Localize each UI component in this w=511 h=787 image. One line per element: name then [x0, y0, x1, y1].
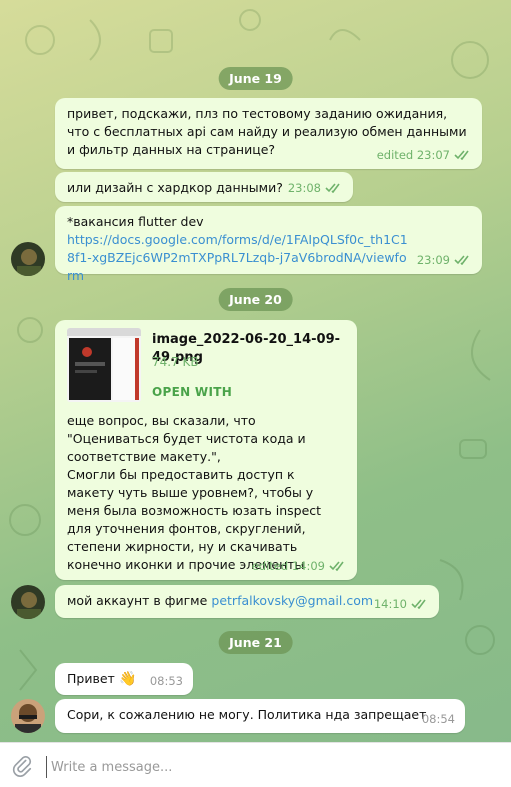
avatar-image: [11, 242, 45, 276]
message-meta: 08:54: [422, 710, 455, 728]
message-time: edited 14:09: [251, 559, 325, 573]
message-bubble[interactable]: image_2022-06-20_14-09-49.png 74.7 KB OP…: [55, 320, 357, 580]
file-thumbnail[interactable]: [67, 328, 141, 402]
message-text: *вакансия flutter dev: [67, 214, 204, 229]
open-with-button[interactable]: OPEN WITH: [152, 383, 232, 401]
message-bubble[interactable]: или дизайн с хардкор данными? 23:08: [55, 172, 353, 202]
read-check-icon: [329, 561, 344, 571]
wave-emoji: 👋: [118, 671, 137, 687]
message-bubble[interactable]: Сори, к сожалению не могу. Политика нда …: [55, 699, 465, 733]
chat-area[interactable]: June 19 привет, подскажи, плз по тестово…: [0, 0, 511, 742]
paperclip-icon[interactable]: [11, 755, 33, 777]
avatar[interactable]: [11, 699, 45, 733]
date-separator: June 20: [218, 288, 293, 311]
read-check-icon: [454, 150, 469, 160]
message-input[interactable]: [46, 756, 483, 778]
avatar-image: [11, 585, 45, 619]
avatar-image: [11, 699, 45, 733]
message-meta: 23:09: [417, 251, 472, 269]
message-meta: edited 23:07: [377, 146, 472, 164]
message-time: 23:08: [287, 181, 321, 195]
avatar[interactable]: [11, 242, 45, 276]
date-separator: June 19: [218, 67, 293, 90]
message-time: edited 23:07: [376, 148, 450, 162]
message-time: 08:53: [149, 674, 183, 688]
message-meta: edited 14:09: [252, 557, 347, 575]
message-bubble[interactable]: Привет 👋 08:53: [55, 663, 193, 695]
message-link[interactable]: https://docs.google.com/forms/d/e/1FAIpQ…: [67, 231, 471, 285]
message-meta: 08:53: [150, 672, 183, 690]
message-meta: 14:10: [374, 595, 429, 613]
message-time: 08:54: [421, 712, 455, 726]
message-text: Сори, к сожалению не могу. Политика нда …: [67, 707, 427, 722]
message-bubble[interactable]: *вакансия flutter dev https://docs.googl…: [55, 206, 482, 283]
message-text: мой аккаунт в фигме: [67, 593, 208, 608]
date-separator: June 21: [218, 631, 293, 654]
message-time: 23:09: [416, 253, 450, 267]
file-size: 74.7 KB: [152, 355, 199, 369]
message-bubble[interactable]: привет, подскажи, плз по тестовому задан…: [55, 98, 482, 169]
message-meta: 23:08: [288, 179, 343, 197]
message-text: еще вопрос, вы сказали, что "Оцениваться…: [67, 413, 322, 572]
message-time: 14:10: [373, 597, 407, 611]
avatar[interactable]: [11, 585, 45, 619]
message-composer: [0, 742, 511, 787]
read-check-icon: [454, 255, 469, 265]
message-bubble[interactable]: мой аккаунт в фигме petrfalkovsky@gmail.…: [55, 585, 439, 618]
image-preview: [67, 328, 141, 402]
message-text: Привет: [67, 671, 115, 686]
read-check-icon: [325, 183, 340, 193]
message-link[interactable]: petrfalkovsky@gmail.com: [211, 593, 373, 608]
read-check-icon: [411, 599, 426, 609]
